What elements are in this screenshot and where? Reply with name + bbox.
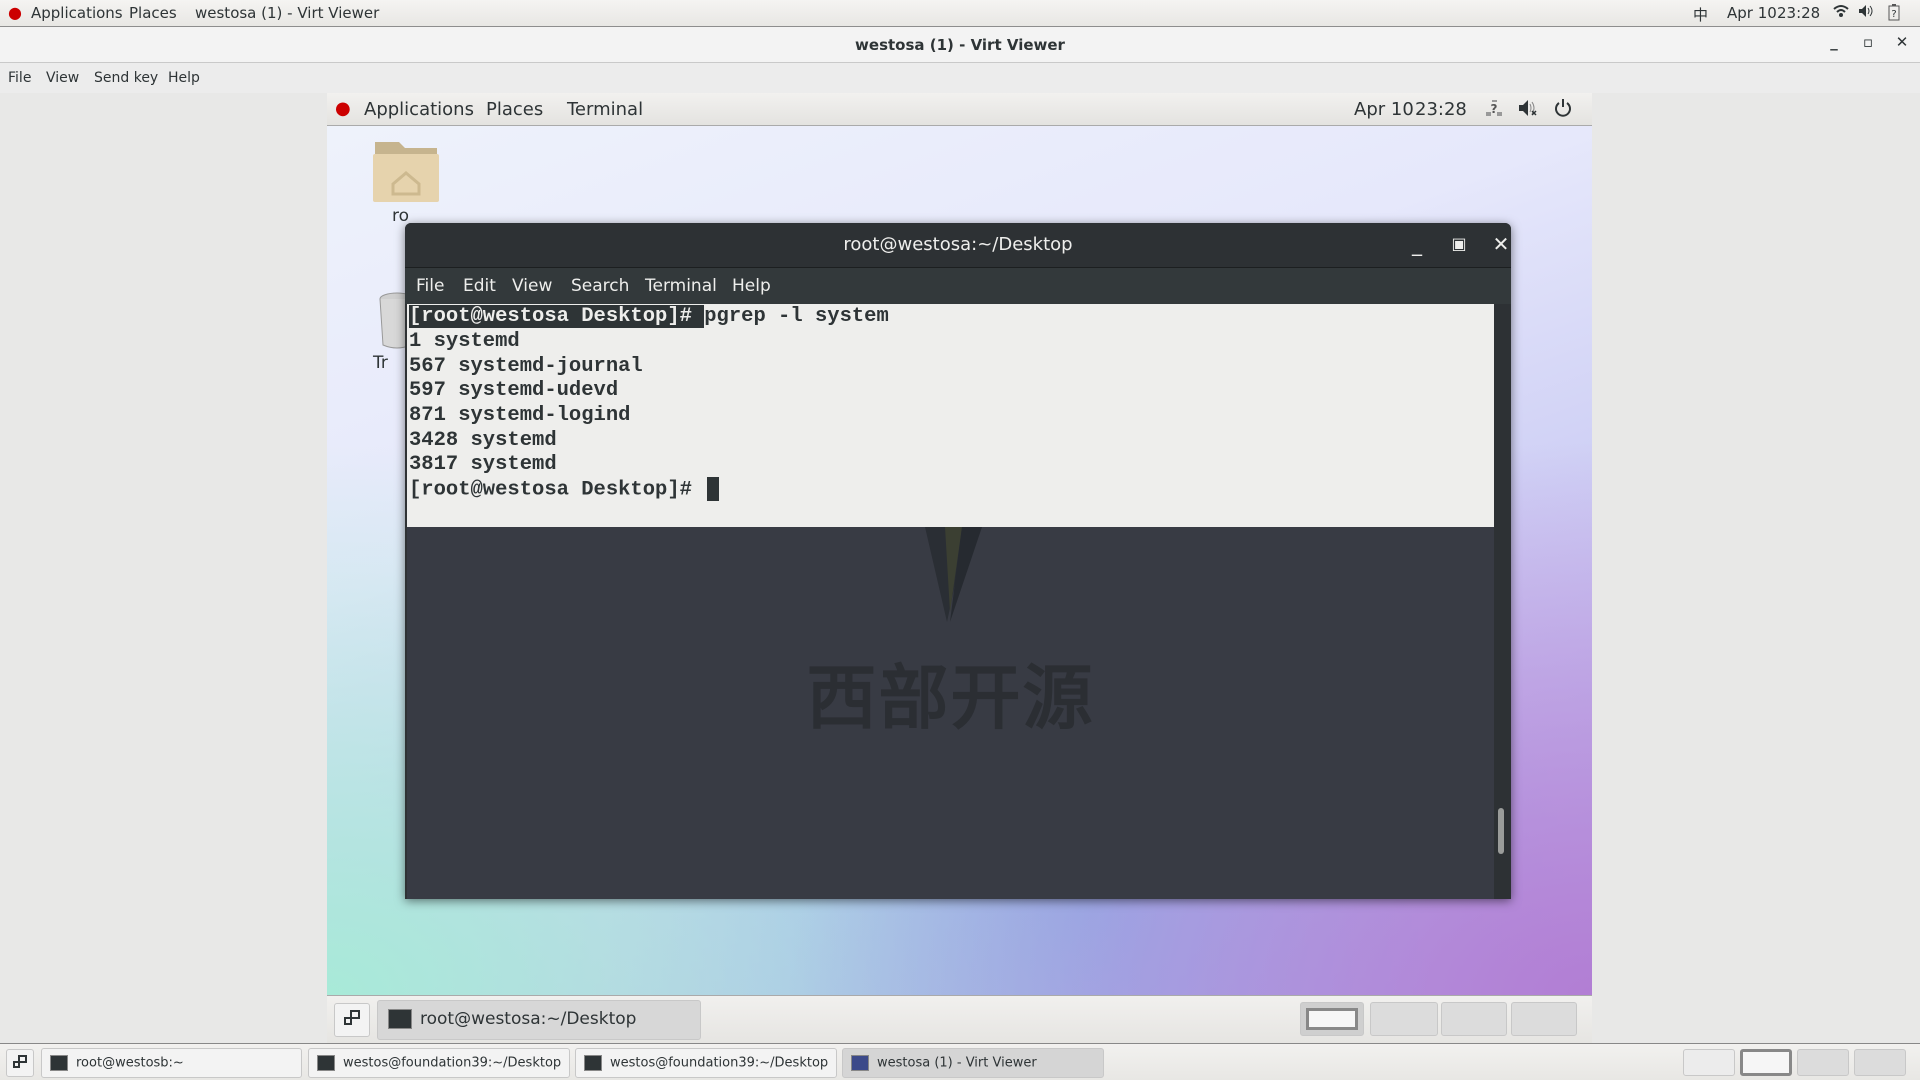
virt-viewer-title: westosa (1) - Virt Viewer bbox=[855, 36, 1065, 54]
watermark: 西部开源 bbox=[407, 527, 1494, 899]
battery-unknown-icon[interactable]: ? bbox=[1888, 4, 1900, 25]
desktop-icon-home[interactable]: ro bbox=[371, 136, 441, 226]
terminal-icon bbox=[388, 1009, 412, 1029]
host-workspace-4[interactable] bbox=[1854, 1049, 1906, 1076]
window-switch-icon bbox=[344, 1010, 360, 1025]
output-line: 871 systemd-logind bbox=[409, 404, 631, 427]
terminal-title: root@westosa:~/Desktop bbox=[843, 234, 1073, 255]
network-unknown-icon[interactable]: ? bbox=[1484, 98, 1504, 123]
terminal-icon bbox=[50, 1055, 68, 1071]
guest-display[interactable]: ● Applications Places Terminal Apr 10 23… bbox=[327, 93, 1592, 1043]
prompt-selected: [root@westosa Desktop]# bbox=[409, 305, 705, 328]
terminal-scrollbar[interactable] bbox=[1494, 304, 1511, 899]
redhat-logo-icon: ● bbox=[335, 98, 351, 119]
terminal-maximize-button[interactable]: ▣ bbox=[1447, 234, 1471, 253]
guest-taskbar: root@westosa:~/Desktop bbox=[327, 995, 1592, 1043]
host-applications-menu[interactable]: Applications bbox=[31, 4, 123, 22]
prompt: [root@westosa Desktop]# bbox=[409, 478, 705, 502]
input-method-indicator[interactable]: 中 bbox=[1693, 4, 1708, 25]
terminal-minimize-button[interactable]: _ bbox=[1405, 232, 1429, 256]
menu-send-key[interactable]: Send key bbox=[94, 70, 158, 86]
terminal-menu-terminal[interactable]: Terminal bbox=[645, 276, 717, 296]
terminal-menu-file[interactable]: File bbox=[416, 276, 444, 296]
wifi-icon[interactable] bbox=[1833, 4, 1849, 22]
close-button[interactable]: ✕ bbox=[1890, 33, 1914, 51]
host-task-label: westos@foundation39:~/Desktop bbox=[610, 1055, 829, 1071]
guest-terminal-menu[interactable]: Terminal bbox=[567, 99, 643, 120]
host-active-window-title[interactable]: westosa (1) - Virt Viewer bbox=[195, 4, 379, 22]
menu-help[interactable]: Help bbox=[168, 70, 200, 86]
host-show-desktop-button[interactable] bbox=[6, 1049, 34, 1077]
workspace-1[interactable] bbox=[1300, 1002, 1364, 1036]
output-line: 567 systemd-journal bbox=[409, 355, 643, 378]
redhat-logo-icon: ● bbox=[8, 3, 22, 22]
workspace-4[interactable] bbox=[1511, 1002, 1577, 1036]
virt-viewer-titlebar: westosa (1) - Virt Viewer _ ▫ ✕ bbox=[0, 27, 1920, 63]
host-workspace-2[interactable] bbox=[1740, 1049, 1792, 1076]
home-folder-icon bbox=[373, 142, 439, 202]
host-top-bar: ● Applications Places westosa (1) - Virt… bbox=[0, 0, 1920, 27]
host-date[interactable]: Apr 10 bbox=[1727, 4, 1777, 22]
host-task-item[interactable]: westos@foundation39:~/Desktop bbox=[308, 1048, 570, 1078]
virt-viewer-menubar: File View Send key Help bbox=[0, 63, 1920, 93]
prompt-line: [root@westosa Desktop]# bbox=[409, 477, 720, 502]
show-desktop-button[interactable] bbox=[334, 1003, 370, 1037]
desktop-icon-label: Tr bbox=[373, 353, 388, 373]
host-task-label: westosa (1) - Virt Viewer bbox=[877, 1055, 1037, 1071]
output-line: 3428 systemd bbox=[409, 429, 557, 452]
guest-places-menu[interactable]: Places bbox=[486, 99, 543, 120]
volume-muted-icon[interactable] bbox=[1518, 99, 1538, 122]
scrollbar-thumb[interactable] bbox=[1498, 808, 1504, 854]
host-task-item-active[interactable]: westosa (1) - Virt Viewer bbox=[842, 1048, 1104, 1078]
terminal-icon bbox=[317, 1055, 335, 1071]
guest-top-bar: ● Applications Places Terminal Apr 10 23… bbox=[327, 93, 1592, 126]
power-icon[interactable] bbox=[1553, 98, 1573, 123]
workspace-3[interactable] bbox=[1441, 1002, 1507, 1036]
host-taskbar: root@westosb:~ westos@foundation39:~/Des… bbox=[0, 1043, 1920, 1080]
host-task-label: westos@foundation39:~/Desktop bbox=[343, 1055, 562, 1071]
terminal-menu-help[interactable]: Help bbox=[732, 276, 771, 296]
host-workspace-1[interactable] bbox=[1683, 1049, 1735, 1076]
host-workspace-3[interactable] bbox=[1797, 1049, 1849, 1076]
host-time[interactable]: 23:28 bbox=[1777, 4, 1820, 22]
svg-text:?: ? bbox=[1491, 102, 1498, 116]
virt-viewer-icon bbox=[851, 1055, 869, 1071]
guest-desktop[interactable]: ro Tr root@westosa:~/Desktop _ ▣ ✕ File … bbox=[327, 126, 1592, 995]
terminal-titlebar[interactable]: root@westosa:~/Desktop _ ▣ ✕ bbox=[405, 223, 1511, 268]
workspace-2[interactable] bbox=[1370, 1002, 1438, 1036]
terminal-close-button[interactable]: ✕ bbox=[1489, 232, 1511, 256]
text-cursor bbox=[707, 477, 720, 501]
terminal-content[interactable]: [root@westosa Desktop]# pgrep -l system … bbox=[407, 304, 1494, 899]
window-switch-icon bbox=[13, 1055, 27, 1068]
menu-file[interactable]: File bbox=[8, 70, 31, 86]
output-line: 597 systemd-udevd bbox=[409, 379, 619, 402]
guest-time[interactable]: 23:28 bbox=[1415, 99, 1467, 120]
command-text: pgrep -l system bbox=[704, 305, 889, 328]
host-task-item[interactable]: root@westosb:~ bbox=[41, 1048, 302, 1078]
guest-task-terminal[interactable]: root@westosa:~/Desktop bbox=[377, 1000, 701, 1040]
host-task-label: root@westosb:~ bbox=[76, 1055, 184, 1071]
terminal-menu-edit[interactable]: Edit bbox=[463, 276, 496, 296]
output-line: 1 systemd bbox=[409, 330, 520, 353]
terminal-menu-view[interactable]: View bbox=[512, 276, 552, 296]
terminal-window[interactable]: root@westosa:~/Desktop _ ▣ ✕ File Edit V… bbox=[405, 223, 1511, 899]
volume-icon[interactable] bbox=[1858, 4, 1874, 22]
menu-view[interactable]: View bbox=[46, 70, 79, 86]
guest-date[interactable]: Apr 10 bbox=[1354, 99, 1414, 120]
host-places-menu[interactable]: Places bbox=[129, 4, 177, 22]
watermark-text: 西部开源 bbox=[806, 657, 1095, 739]
guest-task-label: root@westosa:~/Desktop bbox=[420, 1009, 637, 1029]
terminal-text-area[interactable]: [root@westosa Desktop]# pgrep -l system … bbox=[407, 304, 1494, 527]
command-line: [root@westosa Desktop]# pgrep -l system bbox=[409, 304, 889, 329]
svg-text:?: ? bbox=[1891, 9, 1896, 20]
maximize-button[interactable]: ▫ bbox=[1856, 33, 1880, 51]
terminal-menu-search[interactable]: Search bbox=[571, 276, 629, 296]
minimize-button[interactable]: _ bbox=[1822, 33, 1846, 51]
host-task-item[interactable]: westos@foundation39:~/Desktop bbox=[575, 1048, 837, 1078]
guest-applications-menu[interactable]: Applications bbox=[364, 99, 474, 120]
terminal-menubar: File Edit View Search Terminal Help bbox=[405, 268, 1511, 304]
terminal-icon bbox=[584, 1055, 602, 1071]
output-line: 3817 systemd bbox=[409, 453, 557, 476]
